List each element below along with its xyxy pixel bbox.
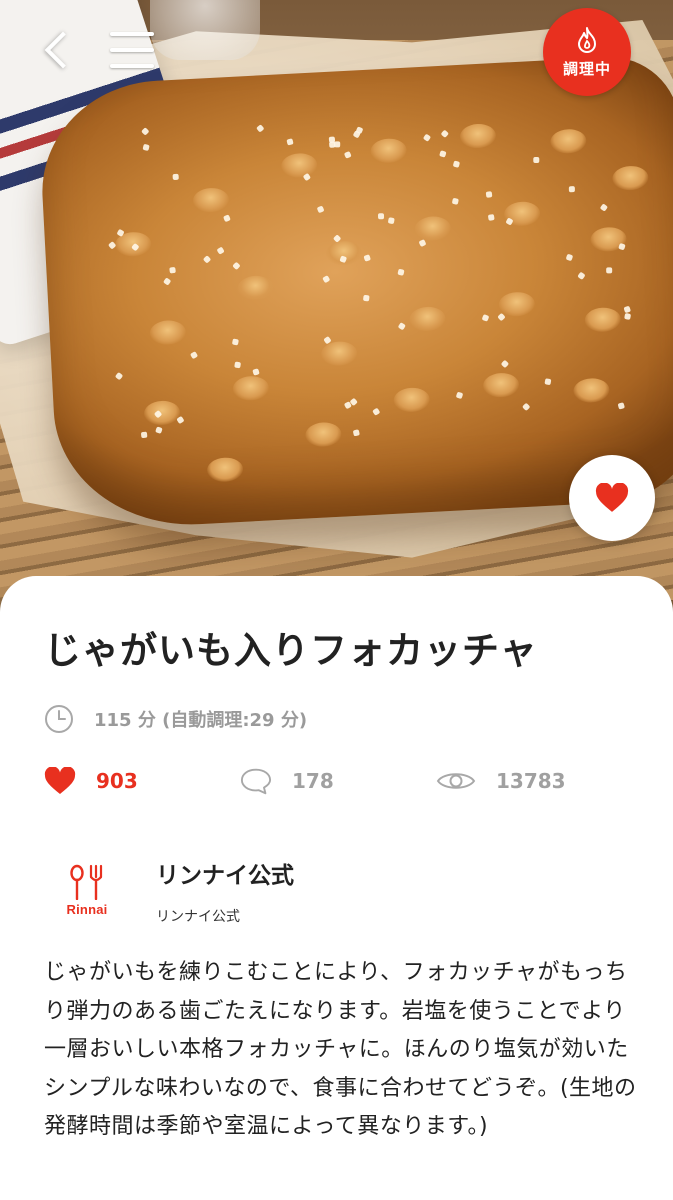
author-row[interactable]: Rinnai リンナイ公式 リンナイ公式: [44, 852, 644, 932]
recipe-info-card: じゃがいも入りフォカッチャ 115 分 (自動調理:29 分) 903 178 …: [0, 576, 673, 1200]
heart-icon: [595, 483, 629, 512]
cooking-time-text: 115 分 (自動調理:29 分): [94, 710, 308, 731]
author-logo: Rinnai: [60, 864, 114, 924]
favorite-button[interactable]: [569, 455, 655, 541]
glass-shape: [150, 0, 260, 60]
likes-stat[interactable]: 903: [44, 764, 138, 798]
author-name: リンナイ公式: [156, 863, 294, 889]
comments-count: 178: [292, 769, 334, 793]
recipe-title: じゃがいも入りフォカッチャ: [44, 629, 538, 672]
stats-row: 903 178 13783: [44, 764, 644, 798]
recipe-detail-screen: 調理中 じゃがいも入りフォカッチャ 115 分 (自動調理:29 分) 903: [0, 0, 673, 1200]
views-count: 13783: [496, 769, 566, 793]
cooking-status-label: 調理中: [562, 59, 611, 78]
heart-icon: [44, 766, 76, 796]
clock-icon: [45, 705, 73, 733]
comment-bubble-icon: [240, 766, 272, 796]
hamburger-menu-icon: [110, 32, 154, 36]
menu-button[interactable]: [108, 28, 156, 72]
fork-spoon-logo-icon: [70, 864, 103, 900]
author-subtitle: リンナイ公式: [156, 909, 240, 925]
author-logo-text: Rinnai: [66, 902, 108, 917]
cooking-status-button[interactable]: 調理中: [543, 8, 631, 96]
eye-icon: [436, 766, 476, 796]
flame-icon: [578, 26, 596, 53]
comments-stat[interactable]: 178: [240, 764, 334, 798]
recipe-description: じゃがいもを練りこむことにより、フォカッチャがもっちり弾力のある歯ごたえになりま…: [44, 960, 637, 1139]
cooking-time-row: 115 分 (自動調理:29 分): [44, 704, 307, 734]
back-button[interactable]: [36, 26, 82, 74]
chevron-left-icon: [44, 31, 82, 69]
likes-count: 903: [96, 769, 138, 793]
focaccia-bread-shape: [36, 53, 673, 532]
views-stat: 13783: [436, 764, 566, 798]
